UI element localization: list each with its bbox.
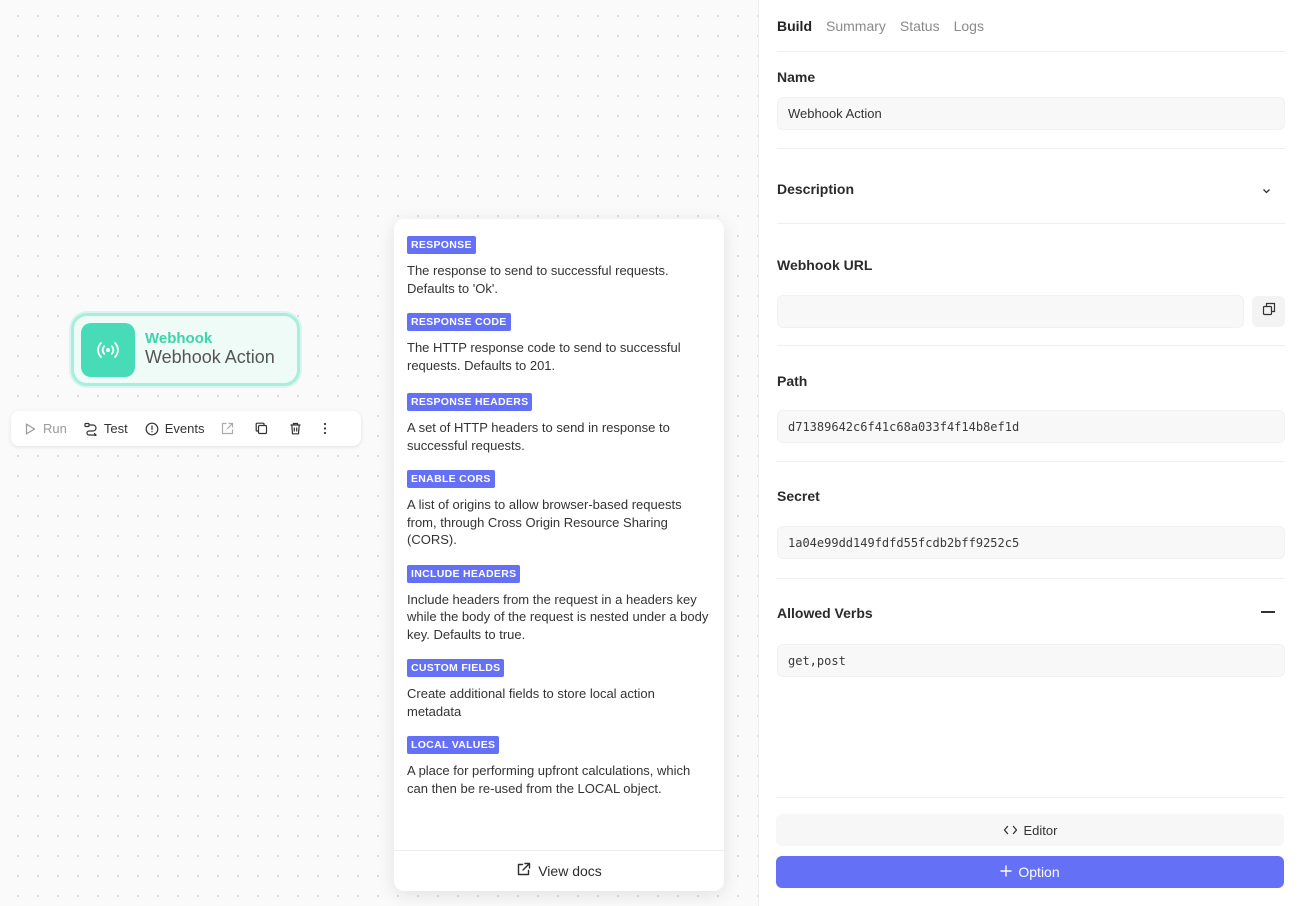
description-label[interactable]: Description <box>777 181 854 197</box>
tab-logs[interactable]: Logs <box>954 18 984 34</box>
copy-icon <box>1262 302 1276 321</box>
info-circle-icon <box>145 422 159 436</box>
events-label: Events <box>164 421 205 436</box>
copy-button[interactable] <box>1252 296 1285 327</box>
docs-popover: RESPONSE The response to send to successf… <box>394 219 724 891</box>
editor-label: Editor <box>1023 822 1058 838</box>
run-label: Run <box>43 421 67 436</box>
test-label: Test <box>103 421 128 436</box>
allowed-verbs-label: Allowed Verbs <box>777 605 873 621</box>
webhook-url-field[interactable] <box>777 295 1244 328</box>
view-docs-label: View docs <box>538 863 602 879</box>
broadcast-icon <box>81 322 135 377</box>
name-label: Name <box>777 69 816 85</box>
doc-badge: RESPONSE <box>407 236 476 254</box>
allowed-verbs-input[interactable]: get,post <box>777 644 1285 677</box>
doc-item: CUSTOM FIELDS Create additional fields to… <box>407 658 711 720</box>
doc-badge: CUSTOM FIELDS <box>407 659 505 677</box>
divider <box>777 223 1285 224</box>
doc-badge: LOCAL VALUES <box>407 736 500 754</box>
duplicate-icon[interactable] <box>255 422 268 435</box>
doc-badge: INCLUDE HEADERS <box>407 564 521 583</box>
doc-badge: RESPONSE CODE <box>407 313 511 331</box>
doc-description: A list of origins to allow browser-based… <box>407 497 682 547</box>
secret-label: Secret <box>777 488 820 504</box>
doc-item: RESPONSE HEADERS A set of HTTP headers to… <box>407 392 711 454</box>
more-vertical-icon[interactable] <box>323 422 327 435</box>
secret-input[interactable]: 1a04e99dd149fdfd55fcdb2bff9252c5 <box>777 526 1285 559</box>
doc-badge: RESPONSE HEADERS <box>407 393 533 411</box>
divider <box>777 578 1285 579</box>
tab-summary[interactable]: Summary <box>826 18 886 34</box>
doc-item: RESPONSE CODE The HTTP response code to s… <box>407 312 711 374</box>
play-icon <box>23 422 37 436</box>
doc-description: The HTTP response code to send to succes… <box>407 340 681 373</box>
config-panel: Build Summary Status Logs Name Webhook A… <box>758 0 1300 906</box>
test-button[interactable]: Test <box>84 421 128 436</box>
doc-description: A set of HTTP headers to send in respons… <box>407 420 670 453</box>
path-input[interactable]: d71389642c6f41c68a033f4f14b8ef1d <box>777 410 1285 443</box>
doc-description: A place for performing upfront calculati… <box>407 763 691 796</box>
add-option-button[interactable]: Option <box>776 856 1284 888</box>
divider <box>777 461 1285 462</box>
option-label: Option <box>1018 864 1060 880</box>
doc-description: The response to send to successful reque… <box>407 263 669 296</box>
webhook-node[interactable]: Webhook Webhook Action <box>71 313 300 386</box>
open-external-icon[interactable] <box>221 422 234 435</box>
external-link-icon <box>516 862 531 880</box>
view-docs-button[interactable]: View docs <box>394 850 724 891</box>
events-button[interactable]: Events <box>145 421 205 436</box>
workflow-canvas[interactable]: Webhook Webhook Action Run Test Events R… <box>0 0 758 906</box>
doc-item: RESPONSE The response to send to successf… <box>407 235 711 297</box>
doc-item: LOCAL VALUES A place for performing upfro… <box>407 735 711 797</box>
node-type-label: Webhook <box>145 329 213 347</box>
plus-icon <box>1000 864 1013 880</box>
divider <box>777 51 1285 52</box>
divider <box>777 797 1285 798</box>
doc-item: INCLUDE HEADERS Include headers from the … <box>407 564 711 644</box>
node-toolbar: Run Test Events <box>11 411 361 446</box>
doc-description: Include headers from the request in a he… <box>407 591 709 642</box>
doc-description: Create additional fields to store local … <box>407 686 655 719</box>
flow-icon <box>84 422 98 436</box>
name-input[interactable]: Webhook Action <box>777 97 1285 130</box>
code-brackets-icon <box>1003 823 1018 838</box>
path-label: Path <box>777 373 808 389</box>
trash-icon[interactable] <box>289 422 302 435</box>
tab-status[interactable]: Status <box>900 18 940 34</box>
run-button[interactable]: Run <box>23 421 67 436</box>
divider <box>777 345 1285 346</box>
node-name: Webhook Action <box>145 347 275 368</box>
editor-button[interactable]: Editor <box>776 814 1284 846</box>
doc-item: ENABLE CORS A list of origins to allow br… <box>407 469 711 549</box>
webhook-url-label: Webhook URL <box>777 257 873 273</box>
chevron-down-icon[interactable] <box>1262 181 1271 199</box>
collapse-minus-icon[interactable] <box>1261 611 1275 613</box>
tab-build[interactable]: Build <box>777 18 812 34</box>
divider <box>777 148 1285 149</box>
panel-tabs: Build Summary Status Logs <box>777 18 984 34</box>
doc-badge: ENABLE CORS <box>407 470 495 488</box>
